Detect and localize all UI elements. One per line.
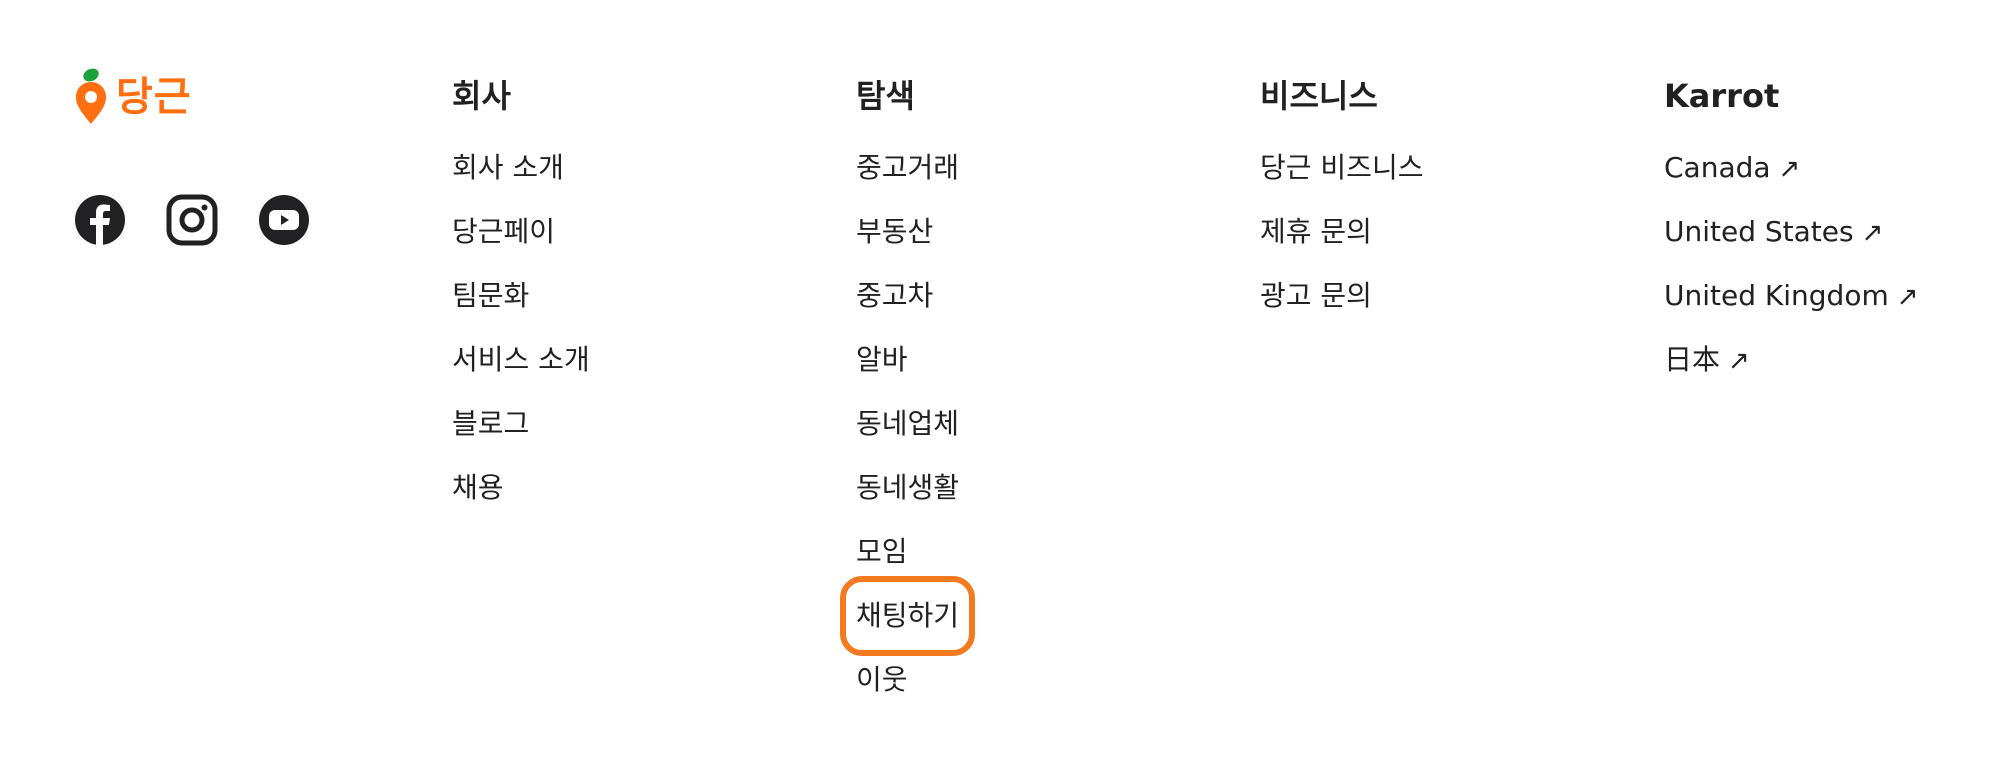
list-item: 모임	[856, 528, 959, 592]
arrow-up-right-icon: ↗	[1728, 346, 1750, 376]
footer-column-karrot: Karrot Canada ↗ United States ↗ United Kin…	[1664, 72, 1919, 400]
link-karrot-united-states[interactable]: United States ↗	[1664, 208, 1883, 257]
link-label: Canada	[1664, 151, 1771, 184]
list-item: 동네생활	[856, 464, 959, 528]
list-item: 중고거래	[856, 144, 959, 208]
logo-wordmark: 당근	[116, 74, 192, 120]
link-karrot-canada[interactable]: Canada ↗	[1664, 144, 1800, 193]
column-link-list: 중고거래 부동산 중고차 알바 동네업체 동네생활 모임 채팅하기 이웃	[839, 144, 976, 720]
list-item: 부동산	[856, 208, 959, 272]
list-item: United Kingdom ↗	[1664, 272, 1919, 336]
link-karrot-united-kingdom[interactable]: United Kingdom ↗	[1664, 272, 1919, 321]
logo[interactable]: 당근	[74, 66, 334, 128]
link-used-trade[interactable]: 중고거래	[856, 144, 959, 192]
list-item: 서비스 소개	[452, 336, 590, 400]
list-item: United States ↗	[1664, 208, 1919, 272]
column-title: 회사	[452, 77, 511, 115]
list-item: 제휴 문의	[1260, 208, 1423, 272]
link-company-intro[interactable]: 회사 소개	[452, 144, 564, 192]
instagram-icon[interactable]	[166, 194, 218, 246]
link-team-culture[interactable]: 팀문화	[452, 272, 529, 320]
link-label: United States	[1664, 215, 1854, 248]
list-item: 블로그	[452, 400, 590, 464]
list-item: 당근페이	[452, 208, 590, 272]
column-title: 비즈니스	[1260, 77, 1378, 115]
list-item: 이웃	[856, 656, 959, 720]
column-link-list: 당근 비즈니스 제휴 문의 광고 문의	[1260, 144, 1423, 336]
arrow-up-right-icon: ↗	[1896, 282, 1919, 312]
social-links	[74, 194, 350, 246]
list-item: 팀문화	[452, 272, 590, 336]
footer-column-explore: 탐색 중고거래 부동산 중고차 알바 동네업체 동네생활 모임 채팅하기 이웃	[839, 72, 976, 720]
list-item: 중고차	[856, 272, 959, 336]
column-link-list: 회사 소개 당근페이 팀문화 서비스 소개 블로그 채용	[452, 144, 590, 528]
carrot-logo-icon	[76, 68, 106, 124]
link-part-time-jobs[interactable]: 알바	[856, 336, 908, 384]
link-groups[interactable]: 모임	[856, 528, 908, 576]
link-blog[interactable]: 블로그	[452, 400, 529, 448]
footer-column-company: 회사 회사 소개 당근페이 팀문화 서비스 소개 블로그 채용	[452, 72, 590, 528]
list-item: 日本 ↗	[1664, 336, 1919, 400]
column-title: Karrot	[1664, 77, 1780, 115]
link-neighbors[interactable]: 이웃	[856, 656, 908, 704]
list-item: 당근 비즈니스	[1260, 144, 1423, 208]
link-partnership-inquiry[interactable]: 제휴 문의	[1260, 208, 1372, 256]
list-item: 광고 문의	[1260, 272, 1423, 336]
youtube-icon[interactable]	[258, 194, 310, 246]
column-link-list: Canada ↗ United States ↗ United Kingdom ↗ 日…	[1664, 144, 1919, 400]
column-title: 탐색	[856, 77, 915, 115]
arrow-up-right-icon: ↗	[1861, 218, 1884, 248]
link-local-life[interactable]: 동네생활	[856, 464, 959, 512]
list-item: Canada ↗	[1664, 144, 1919, 208]
link-karrot-japan[interactable]: 日本 ↗	[1664, 336, 1750, 385]
arrow-up-right-icon: ↗	[1778, 154, 1801, 184]
facebook-icon[interactable]	[74, 194, 126, 246]
link-daangn-business[interactable]: 당근 비즈니스	[1260, 144, 1423, 192]
link-careers[interactable]: 채용	[452, 464, 504, 512]
list-item: 동네업체	[856, 400, 959, 464]
link-local-business[interactable]: 동네업체	[856, 400, 959, 448]
link-ad-inquiry[interactable]: 광고 문의	[1260, 272, 1372, 320]
list-item: 채팅하기	[839, 576, 976, 656]
footer-column-business: 비즈니스 당근 비즈니스 제휴 문의 광고 문의	[1260, 72, 1423, 336]
list-item: 회사 소개	[452, 144, 590, 208]
link-real-estate[interactable]: 부동산	[856, 208, 933, 256]
list-item: 채용	[452, 464, 590, 528]
brand-block: 당근	[74, 66, 334, 266]
link-used-car[interactable]: 중고차	[856, 272, 933, 320]
link-label: United Kingdom	[1664, 279, 1889, 312]
link-service-intro[interactable]: 서비스 소개	[452, 336, 590, 384]
link-chat-highlighted[interactable]: 채팅하기	[839, 576, 976, 656]
list-item: 알바	[856, 336, 959, 400]
link-daangn-pay[interactable]: 당근페이	[452, 208, 555, 256]
link-label: 日本	[1664, 343, 1721, 376]
